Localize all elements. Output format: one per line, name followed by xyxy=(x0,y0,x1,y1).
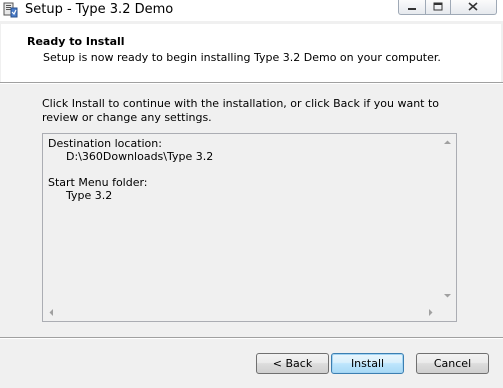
start-menu-value: Type 3.2 xyxy=(66,189,113,202)
scroll-left-arrow-icon[interactable] xyxy=(43,304,60,321)
close-button[interactable] xyxy=(450,0,497,15)
minimize-button[interactable] xyxy=(398,0,426,15)
minimize-icon xyxy=(408,8,416,10)
scroll-right-arrow-icon[interactable] xyxy=(422,304,439,321)
page-subtitle: Setup is now ready to begin installing T… xyxy=(43,51,441,64)
install-button[interactable]: Install xyxy=(331,353,404,374)
instructions-text: Click Install to continue with the insta… xyxy=(42,97,440,124)
footer-divider-highlight xyxy=(0,338,503,339)
close-icon xyxy=(468,2,478,11)
page-title: Ready to Install xyxy=(27,35,125,48)
setup-window: Setup - Type 3.2 Demo Ready to Install S… xyxy=(0,0,503,388)
maximize-button[interactable] xyxy=(425,0,451,15)
cancel-button[interactable]: Cancel xyxy=(416,353,489,374)
back-button[interactable]: < Back xyxy=(256,353,329,374)
header-divider-highlight xyxy=(0,83,503,84)
vertical-scrollbar[interactable] xyxy=(439,134,456,304)
header-panel: Ready to Install Setup is now ready to b… xyxy=(1,24,501,82)
horizontal-scrollbar[interactable] xyxy=(43,304,439,321)
scrollbar-corner xyxy=(439,304,456,321)
setup-installer-icon xyxy=(3,2,18,18)
ready-memo-box[interactable]: Destination location: D:\360Downloads\Typ… xyxy=(42,133,457,322)
start-menu-label: Start Menu folder: xyxy=(48,176,148,189)
maximize-icon xyxy=(433,2,443,11)
memo-content: Destination location: D:\360Downloads\Typ… xyxy=(48,137,213,202)
window-title: Setup - Type 3.2 Demo xyxy=(25,2,174,17)
scroll-down-arrow-icon[interactable] xyxy=(439,287,456,304)
scroll-up-arrow-icon[interactable] xyxy=(439,134,456,151)
title-bar[interactable]: Setup - Type 3.2 Demo xyxy=(0,0,503,21)
destination-label: Destination location: xyxy=(48,137,162,150)
destination-value: D:\360Downloads\Type 3.2 xyxy=(66,150,214,163)
